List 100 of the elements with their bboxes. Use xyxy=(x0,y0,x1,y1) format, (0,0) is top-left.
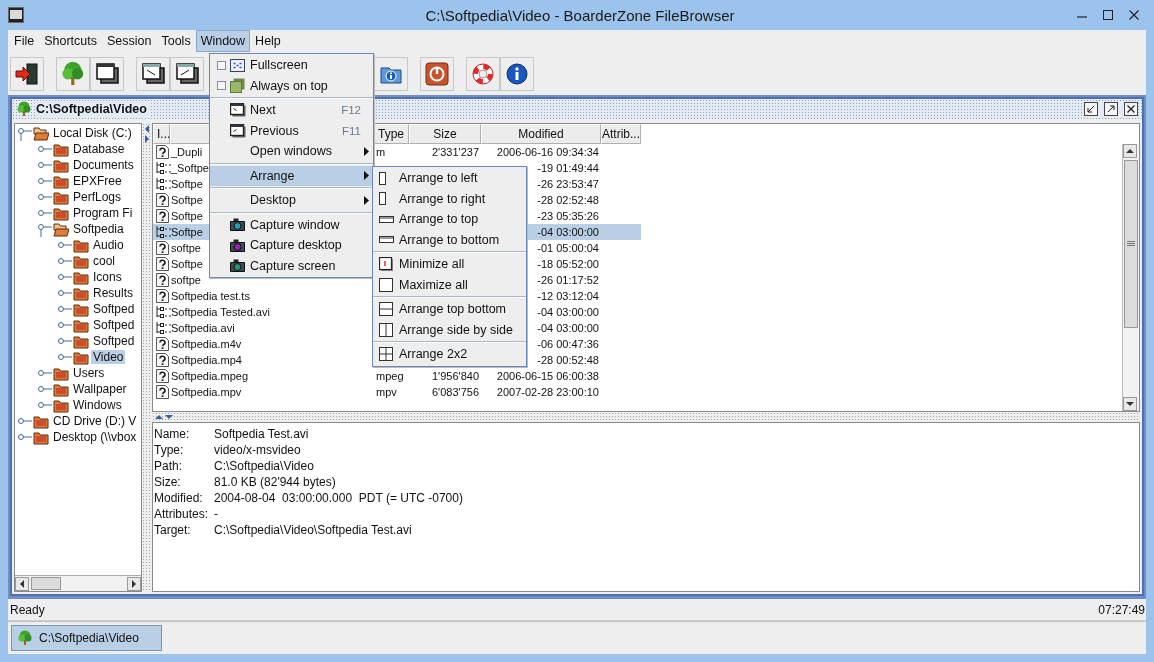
window-down-button[interactable] xyxy=(136,56,170,91)
table-cell: 2007-02-28 23:00:10 xyxy=(496,386,599,398)
collapse-handle-icon[interactable] xyxy=(15,125,33,141)
window-icon xyxy=(230,123,246,138)
up-arrow-icon[interactable] xyxy=(155,414,163,420)
close-icon[interactable] xyxy=(1128,9,1140,21)
info-folder-button[interactable] xyxy=(374,56,408,91)
table-cell: Softpe xyxy=(171,194,203,206)
scroll-thumb[interactable] xyxy=(1124,160,1138,328)
tree-item[interactable]: Audio xyxy=(91,238,126,252)
tree-item[interactable]: Icons xyxy=(91,270,124,284)
menu-item[interactable]: Always on top xyxy=(210,75,373,96)
folder-icon xyxy=(73,333,89,349)
table-cell: _Dupli xyxy=(171,146,203,158)
right-arrow-icon[interactable] xyxy=(144,135,150,143)
up-arrow-icon[interactable] xyxy=(1126,148,1134,154)
window-down-icon xyxy=(140,60,166,87)
detail-label: Attributes: xyxy=(154,507,210,521)
detail-value: C:\Softpedia\Video\Softpedia Test.avi xyxy=(214,523,412,537)
menu-item[interactable]: Capture desktop xyxy=(210,235,373,256)
menu-item[interactable]: Shortcuts xyxy=(39,30,102,52)
menu-item[interactable]: Help xyxy=(250,30,286,52)
tree-button[interactable] xyxy=(56,56,90,91)
window-up-button[interactable] xyxy=(170,56,204,91)
menu-item[interactable]: Capture screen xyxy=(210,255,373,276)
power-button[interactable] xyxy=(420,56,454,91)
tree-item[interactable]: CD Drive (D:) V xyxy=(51,414,139,428)
folder-icon xyxy=(73,237,89,253)
down-arrow-icon[interactable] xyxy=(1126,401,1134,407)
table-cell: -23 05:35:26 xyxy=(537,210,599,222)
tree-item[interactable]: Video xyxy=(91,350,126,364)
table-cell: Softpedia.mpeg xyxy=(171,370,249,382)
menu-item[interactable]: Arrange 2x2 xyxy=(373,344,526,365)
exit-button[interactable] xyxy=(10,56,44,91)
column-header[interactable]: Attrib... xyxy=(601,124,641,144)
left-arrow-icon[interactable] xyxy=(19,579,25,588)
taskbar-button[interactable]: C:\Softpedia\Video xyxy=(11,625,162,651)
column-header[interactable]: I... xyxy=(153,124,170,144)
tree-item[interactable]: Database xyxy=(71,142,127,156)
folder-icon xyxy=(73,349,89,365)
tree-item[interactable]: Softped xyxy=(91,334,137,348)
tree-item[interactable]: Results xyxy=(91,286,135,300)
menu-item[interactable]: Fullscreen xyxy=(210,55,373,76)
menu-item[interactable]: Arrange side by side xyxy=(373,319,526,340)
menu-item[interactable]: Arrange to left xyxy=(373,168,526,189)
tree-item[interactable]: Softped xyxy=(91,318,137,332)
menu-item[interactable]: Previous F11 xyxy=(210,120,373,141)
tree-item[interactable]: Desktop (\\vbox xyxy=(51,430,139,444)
tree-item[interactable]: PerfLogs xyxy=(71,190,124,204)
tree-icon xyxy=(16,101,32,117)
checkbox[interactable] xyxy=(217,81,226,91)
column-header[interactable]: Modified xyxy=(481,124,601,144)
info-button[interactable] xyxy=(500,56,534,91)
tree-item[interactable]: Wallpaper xyxy=(71,382,129,396)
menu-item[interactable]: Minimize all xyxy=(373,254,526,275)
menu-item[interactable]: Arrange to top xyxy=(373,209,526,230)
down-arrow-icon[interactable] xyxy=(165,414,173,420)
menu-item[interactable]: Tools xyxy=(156,30,196,52)
checkbox[interactable] xyxy=(217,60,226,70)
menu-item[interactable]: Arrange to bottom xyxy=(373,229,526,250)
menu-item[interactable]: Arrange xyxy=(210,165,373,186)
table-cell: mpeg xyxy=(376,370,404,382)
right-arrow-icon[interactable] xyxy=(131,579,137,588)
minimize-icon[interactable] xyxy=(1084,102,1098,116)
menu-item[interactable]: Window xyxy=(195,30,251,52)
tree-item[interactable]: Softpedia xyxy=(71,222,126,236)
menu-item[interactable]: Session xyxy=(101,30,157,52)
scroll-thumb[interactable] xyxy=(31,576,61,590)
left-arrow-icon[interactable] xyxy=(144,125,150,133)
column-header[interactable]: Size xyxy=(409,124,481,144)
folder-icon xyxy=(53,141,69,157)
menu-item[interactable]: Next F12 xyxy=(210,100,373,121)
menu-item[interactable]: Desktop xyxy=(210,190,373,211)
lifebuoy-button[interactable] xyxy=(466,56,500,91)
tree-item[interactable]: EPXFree xyxy=(71,174,124,188)
tree-item[interactable]: Documents xyxy=(71,158,136,172)
menu-item[interactable]: Maximize all xyxy=(373,274,526,295)
vertical-scrollbar[interactable] xyxy=(1122,144,1139,411)
menu-item[interactable]: Capture window xyxy=(210,214,373,235)
horizontal-scrollbar[interactable] xyxy=(15,575,141,591)
column-header[interactable]: Type xyxy=(373,124,409,144)
tree-item[interactable]: Program Fi xyxy=(71,206,135,220)
grip-icon xyxy=(1127,241,1135,247)
tree-item[interactable]: Windows xyxy=(71,398,124,412)
tree-item[interactable]: cool xyxy=(91,254,117,268)
unknown-file-icon xyxy=(155,352,171,368)
menu-item[interactable]: File xyxy=(9,30,40,52)
collapse-handle-icon[interactable] xyxy=(35,221,53,237)
tree-item[interactable]: Local Disk (C:) xyxy=(51,126,134,140)
maximize-icon[interactable] xyxy=(1104,102,1118,116)
app-icon xyxy=(8,7,24,23)
tree-item[interactable]: Softped xyxy=(91,302,137,316)
menu-item[interactable]: Open windows xyxy=(210,141,373,162)
windows-button[interactable] xyxy=(90,56,124,91)
tree-item[interactable]: Users xyxy=(71,366,107,380)
close-icon[interactable] xyxy=(1124,102,1138,116)
detail-value: 81.0 KB (82'944 bytes) xyxy=(214,475,336,489)
menu-item[interactable]: Arrange to right xyxy=(373,188,526,209)
maximize-icon[interactable] xyxy=(1102,9,1114,21)
menu-item[interactable]: Arrange top bottom xyxy=(373,299,526,320)
